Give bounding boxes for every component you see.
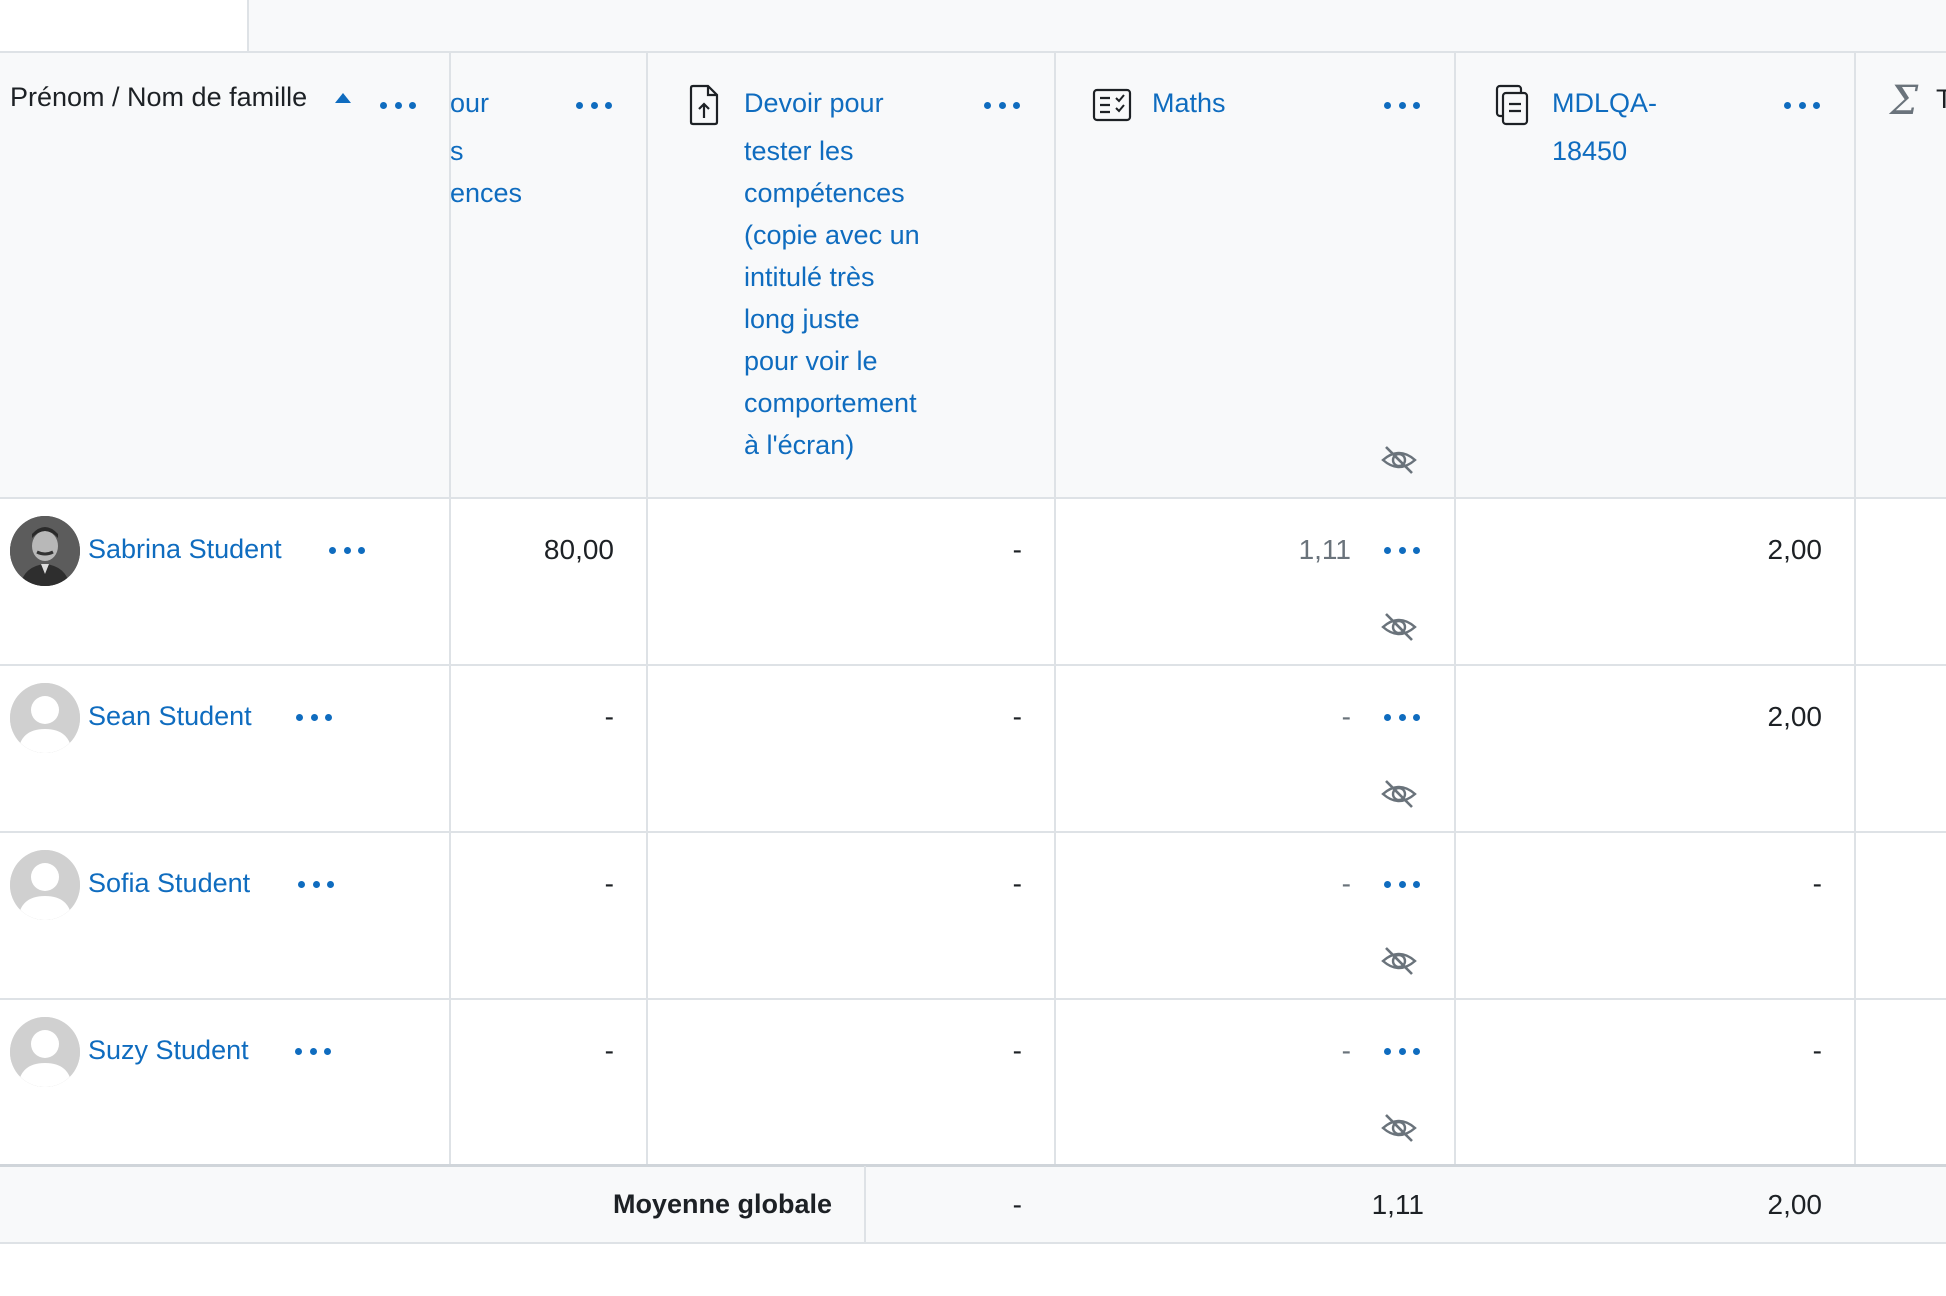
default-user-icon bbox=[10, 1017, 80, 1087]
row-divider bbox=[0, 998, 1946, 1000]
grade-mdlqa[interactable]: - bbox=[1813, 868, 1822, 900]
devoir-col-line-5[interactable]: intitulé très bbox=[744, 256, 875, 298]
grade-maths-menu-icon[interactable] bbox=[1384, 707, 1420, 727]
grade-maths[interactable]: - bbox=[1342, 1035, 1351, 1067]
top-bar-left-cell bbox=[0, 0, 248, 52]
grade-mdlqa[interactable]: - bbox=[1813, 1035, 1822, 1067]
col-divider-4 bbox=[1454, 53, 1456, 1243]
top-divider bbox=[247, 0, 249, 52]
avatar[interactable] bbox=[10, 1017, 80, 1087]
grade-devoir[interactable]: - bbox=[1013, 1035, 1022, 1067]
user-photo-icon bbox=[10, 516, 80, 586]
col-divider-5 bbox=[1854, 53, 1856, 1243]
eye-slash-icon bbox=[1381, 446, 1417, 474]
average-maths: 1,11 bbox=[1371, 1189, 1424, 1220]
grade-maths[interactable]: - bbox=[1342, 701, 1351, 733]
student-menu-icon[interactable] bbox=[329, 540, 365, 560]
grade-maths-menu-icon[interactable] bbox=[1384, 540, 1420, 560]
grade-mdlqa[interactable]: 2,00 bbox=[1768, 701, 1823, 733]
devoir-col-line-2[interactable]: tester les bbox=[744, 130, 854, 172]
grade-mdlqa[interactable]: 2,00 bbox=[1768, 534, 1823, 566]
devoir-col-line-1[interactable]: Devoir pour bbox=[744, 82, 884, 124]
mdlqa-col-line-2[interactable]: 18450 bbox=[1552, 130, 1627, 172]
mdlqa-col-line-1[interactable]: MDLQA- bbox=[1552, 82, 1657, 124]
grade-maths[interactable]: - bbox=[1342, 868, 1351, 900]
eye-slash-icon bbox=[1381, 1114, 1417, 1142]
grade-devoir[interactable]: - bbox=[1013, 534, 1022, 566]
sort-ascending-icon[interactable] bbox=[334, 92, 352, 104]
grade-maths-menu-icon[interactable] bbox=[1384, 1041, 1420, 1061]
devoir-col-line-9[interactable]: à l'écran) bbox=[744, 424, 854, 466]
grade-partial[interactable]: - bbox=[605, 701, 614, 733]
overall-average-label: Moyenne globale bbox=[612, 1189, 832, 1219]
grade-maths-menu-icon[interactable] bbox=[1384, 874, 1420, 894]
footer-divider bbox=[864, 1166, 866, 1242]
sigma-icon: Σ bbox=[1890, 78, 1919, 124]
header-bottom-border bbox=[0, 497, 1946, 499]
grade-partial[interactable]: - bbox=[605, 868, 614, 900]
default-user-icon bbox=[10, 850, 80, 920]
maths-column-menu-icon[interactable] bbox=[1384, 95, 1420, 115]
eye-slash-icon bbox=[1381, 780, 1417, 808]
top-bar bbox=[0, 0, 1946, 52]
devoir-column-menu-icon[interactable] bbox=[984, 95, 1020, 115]
student-menu-icon[interactable] bbox=[298, 874, 334, 894]
name-column-menu-icon[interactable] bbox=[380, 95, 416, 115]
student-name-link[interactable]: Sabrina Student bbox=[88, 528, 282, 570]
student-name-link[interactable]: Sofia Student bbox=[88, 862, 250, 904]
partial-col-line-3[interactable]: ences bbox=[450, 172, 522, 214]
total-col-label[interactable]: T bbox=[1936, 84, 1946, 115]
average-devoir: - bbox=[1012, 1189, 1022, 1220]
student-name-link[interactable]: Suzy Student bbox=[88, 1029, 249, 1071]
student-menu-icon[interactable] bbox=[296, 707, 332, 727]
partial-column-menu-icon[interactable] bbox=[576, 95, 612, 115]
eye-slash-icon bbox=[1381, 613, 1417, 641]
avatar[interactable] bbox=[10, 516, 80, 586]
quiz-icon bbox=[1092, 88, 1132, 122]
devoir-col-line-8[interactable]: comportement bbox=[744, 382, 917, 424]
partial-col-line-2[interactable]: s bbox=[450, 130, 464, 172]
mdlqa-column-menu-icon[interactable] bbox=[1784, 95, 1820, 115]
average-mdlqa: 2,00 bbox=[1767, 1189, 1823, 1220]
footer-top-border bbox=[0, 1164, 1946, 1167]
eye-slash-icon bbox=[1381, 947, 1417, 975]
student-menu-icon[interactable] bbox=[295, 1041, 331, 1061]
student-name-link[interactable]: Sean Student bbox=[88, 695, 252, 737]
avatar[interactable] bbox=[10, 850, 80, 920]
col-divider-3 bbox=[1054, 53, 1056, 1243]
maths-col-label[interactable]: Maths bbox=[1152, 82, 1226, 124]
default-user-icon bbox=[10, 683, 80, 753]
devoir-col-line-7[interactable]: pour voir le bbox=[744, 340, 878, 382]
grade-devoir[interactable]: - bbox=[1013, 701, 1022, 733]
copy-document-icon bbox=[1495, 84, 1529, 126]
grade-maths[interactable]: 1,11 bbox=[1299, 534, 1351, 566]
devoir-col-line-6[interactable]: long juste bbox=[744, 298, 860, 340]
devoir-col-line-4[interactable]: (copie avec un bbox=[744, 214, 920, 256]
devoir-col-line-3[interactable]: compétences bbox=[744, 172, 905, 214]
grade-partial[interactable]: 80,00 bbox=[544, 534, 614, 566]
grade-devoir[interactable]: - bbox=[1013, 868, 1022, 900]
assignment-upload-icon bbox=[689, 84, 719, 126]
partial-col-line-1[interactable]: our bbox=[450, 82, 489, 124]
name-column-label[interactable]: Prénom / Nom de famille bbox=[10, 82, 307, 113]
overall-average-row bbox=[0, 1166, 1946, 1242]
footer-bottom-border bbox=[0, 1242, 1946, 1244]
row-divider bbox=[0, 664, 1946, 666]
row-divider bbox=[0, 831, 1946, 833]
avatar[interactable] bbox=[10, 683, 80, 753]
grade-partial[interactable]: - bbox=[605, 1035, 614, 1067]
